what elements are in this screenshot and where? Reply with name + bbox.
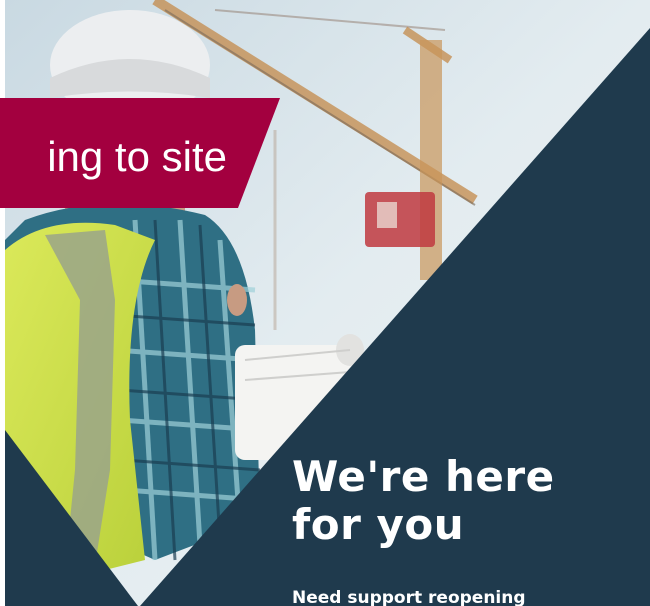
headline: We're here for you xyxy=(292,453,555,549)
headline-line-1: We're here xyxy=(292,452,555,501)
promo-graphic: ing to site We're here for you Need supp… xyxy=(0,0,650,606)
subtext: Need support reopening xyxy=(292,588,526,606)
banner-text: ing to site xyxy=(47,133,227,180)
headline-line-2: for you xyxy=(292,500,465,549)
banner: ing to site xyxy=(0,98,280,208)
